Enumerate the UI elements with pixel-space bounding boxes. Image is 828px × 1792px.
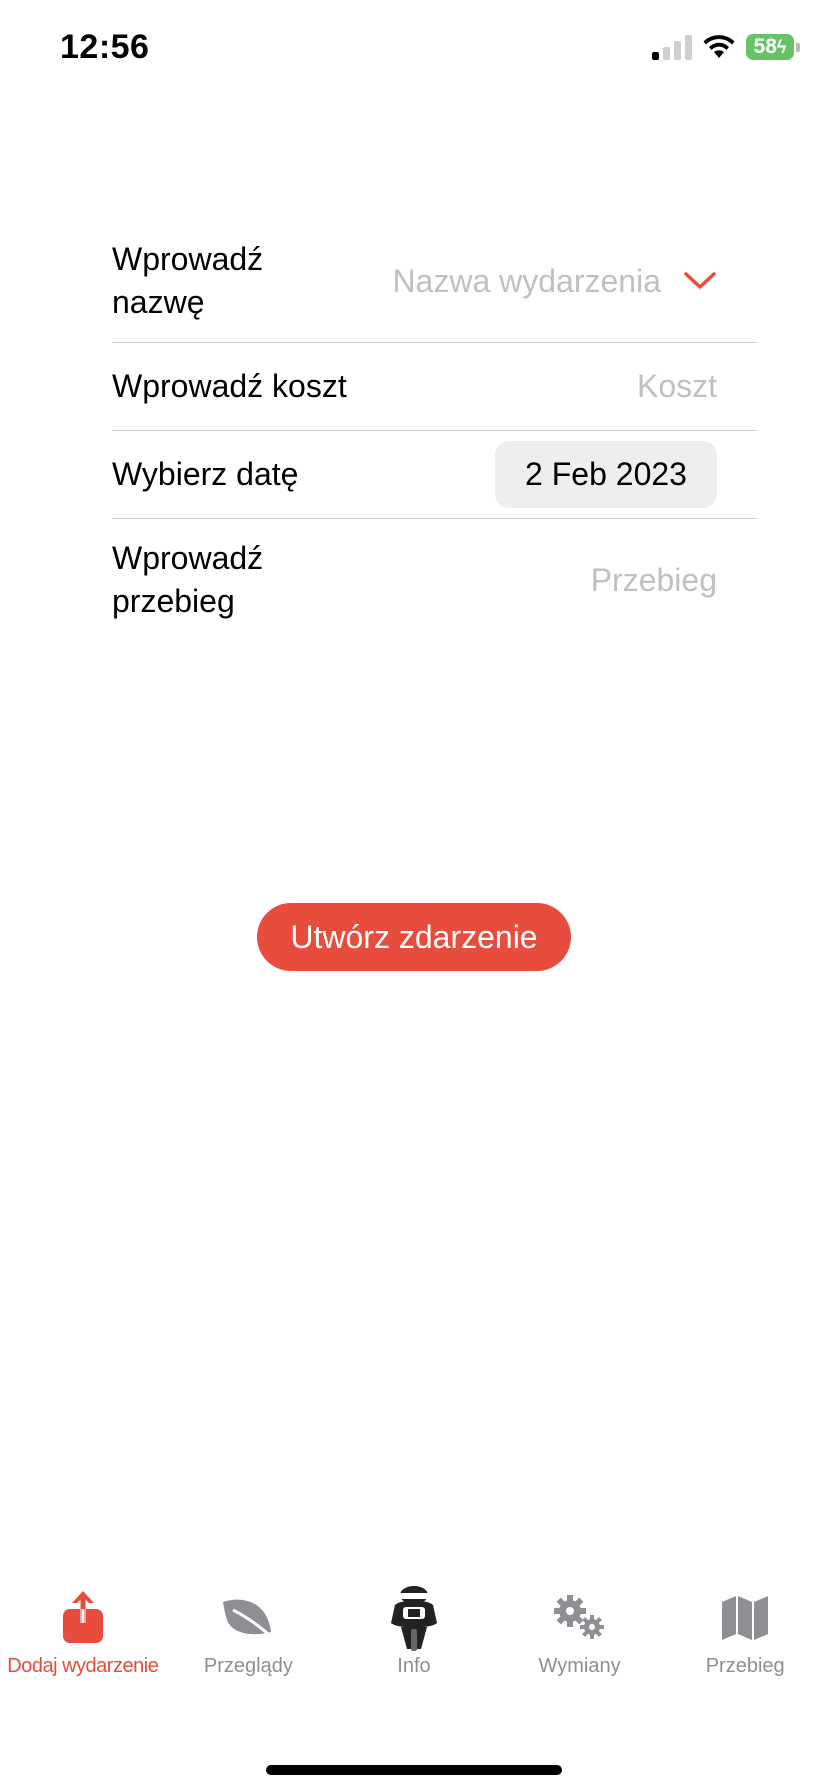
gears-icon [547, 1585, 613, 1651]
home-indicator [266, 1765, 562, 1775]
status-icons: 58 ϟ [652, 34, 800, 60]
motorcycle-rider-icon [381, 1585, 447, 1651]
status-time: 12:56 [60, 28, 150, 66]
cellular-signal-icon [652, 34, 692, 60]
event-name-placeholder: Nazwa wydarzenia [392, 262, 661, 299]
cost-row: Wprowadź koszt Koszt [112, 343, 757, 431]
tab-label: Wymiany [538, 1655, 621, 1677]
mileage-input[interactable]: Przebieg [591, 562, 717, 599]
share-upload-icon [50, 1585, 116, 1651]
date-row: Wybierz datę 2 Feb 2023 [112, 431, 757, 519]
date-picker[interactable]: 2 Feb 2023 [495, 441, 717, 508]
event-name-picker[interactable]: Nazwa wydarzenia [392, 263, 717, 300]
tab-info[interactable]: Info [331, 1585, 497, 1705]
chevron-down-icon [684, 272, 716, 289]
wifi-icon [703, 35, 735, 58]
leaf-icon [215, 1585, 281, 1651]
status-bar: 12:56 58 ϟ [0, 0, 828, 100]
mileage-row: Wprowadź przebieg Przebieg [112, 519, 757, 641]
create-event-button[interactable]: Utwórz zdarzenie [257, 903, 571, 971]
tab-reviews[interactable]: Przeglądy [166, 1585, 332, 1705]
battery-icon: 58 ϟ [746, 34, 800, 60]
tab-replacements[interactable]: Wymiany [497, 1585, 663, 1705]
tab-label: Info [397, 1655, 431, 1677]
battery-level: 58 [753, 35, 777, 58]
tab-label: Przebieg [705, 1655, 785, 1677]
tab-mileage[interactable]: Przebieg [662, 1585, 828, 1705]
event-form: Wprowadź nazwę Nazwa wydarzenia Wprowadź… [112, 220, 757, 641]
name-label: Wprowadź nazwę [112, 241, 264, 320]
cost-input[interactable]: Koszt [637, 368, 717, 405]
tab-label: Dodaj wydarzenie [7, 1655, 159, 1677]
map-icon [712, 1585, 778, 1651]
name-row: Wprowadź nazwę Nazwa wydarzenia [112, 220, 757, 343]
tab-add-event[interactable]: Dodaj wydarzenie [0, 1585, 166, 1705]
cost-label: Wprowadź koszt [112, 368, 347, 404]
tab-bar: Dodaj wydarzenie Przeglądy Info Wymiany … [0, 1585, 828, 1705]
tab-label: Przeglądy [203, 1655, 293, 1677]
date-label: Wybierz datę [112, 456, 299, 492]
mileage-label: Wprowadź przebieg [112, 540, 264, 619]
